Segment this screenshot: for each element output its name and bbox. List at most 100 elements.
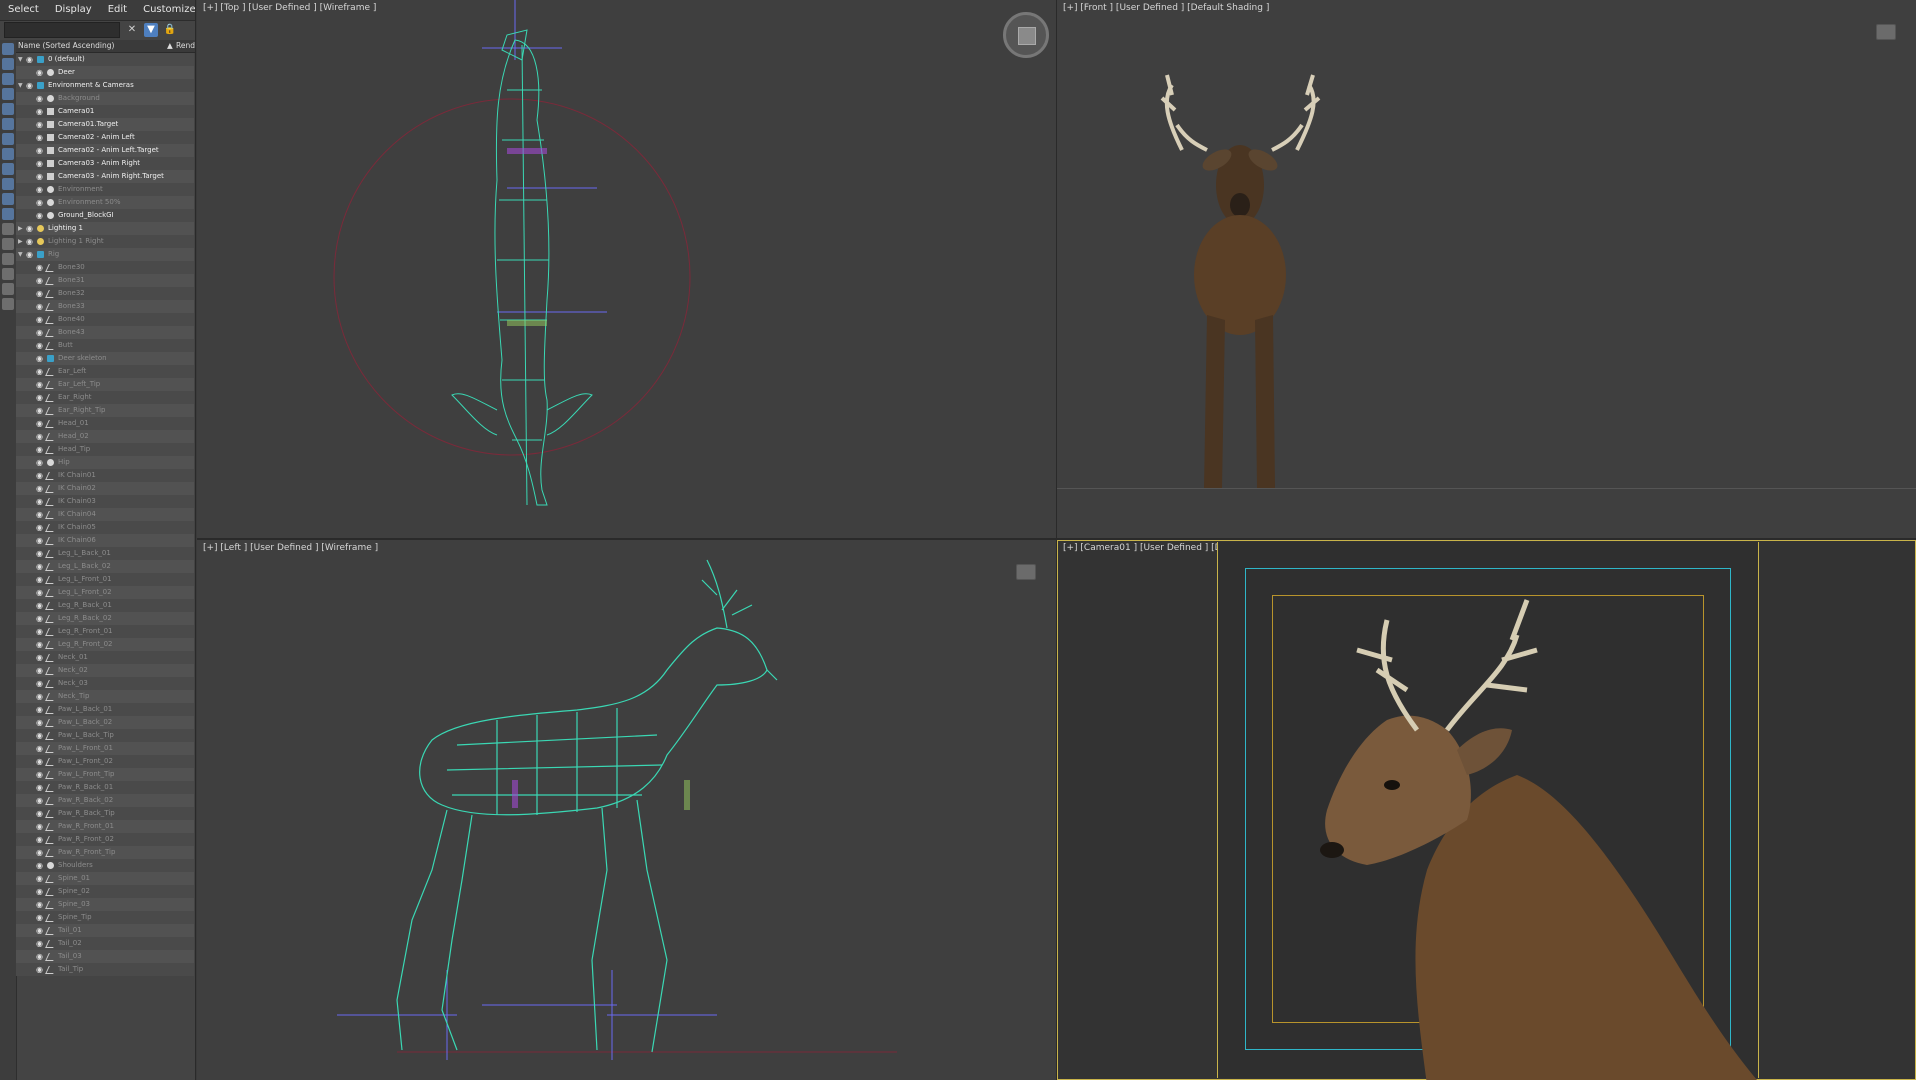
sort-icon[interactable] <box>2 268 14 280</box>
tree-row[interactable]: ◉ Ear_Right <box>16 391 194 404</box>
visibility-icon[interactable]: ◉ <box>36 209 43 222</box>
display-invert-icon[interactable] <box>2 253 14 265</box>
visibility-icon[interactable]: ◉ <box>36 677 43 690</box>
tree-row[interactable]: ◉ Leg_L_Front_02 <box>16 586 194 599</box>
visibility-icon[interactable]: ◉ <box>36 612 43 625</box>
tree-row[interactable]: ◉ Bone32 <box>16 287 194 300</box>
tree-row[interactable]: ◉ Paw_R_Back_02 <box>16 794 194 807</box>
tree-row[interactable]: ◉ Camera01 <box>16 105 194 118</box>
menu-select[interactable]: Select <box>0 0 47 20</box>
tree-row[interactable]: ◉ IK Chain01 <box>16 469 194 482</box>
tree-row[interactable]: ◉ Neck_Tip <box>16 690 194 703</box>
visibility-icon[interactable]: ◉ <box>36 547 43 560</box>
visibility-icon[interactable]: ◉ <box>36 690 43 703</box>
display-geometry-icon[interactable] <box>2 43 14 55</box>
close-icon[interactable]: ✕ <box>125 23 139 37</box>
visibility-icon[interactable]: ◉ <box>36 521 43 534</box>
tree-row[interactable]: ◉ Leg_L_Front_01 <box>16 573 194 586</box>
visibility-icon[interactable]: ◉ <box>36 586 43 599</box>
visibility-icon[interactable]: ◉ <box>36 430 43 443</box>
tree-row[interactable]: ◉ Bone31 <box>16 274 194 287</box>
tree-row[interactable]: ◉ Spine_01 <box>16 872 194 885</box>
visibility-icon[interactable]: ◉ <box>36 911 43 924</box>
visibility-icon[interactable]: ◉ <box>36 170 43 183</box>
visibility-icon[interactable]: ◉ <box>36 378 43 391</box>
visibility-icon[interactable]: ◉ <box>36 365 43 378</box>
visibility-icon[interactable]: ◉ <box>36 144 43 157</box>
tree-row[interactable]: ◉ Bone33 <box>16 300 194 313</box>
visibility-icon[interactable]: ◉ <box>36 625 43 638</box>
tree-row[interactable]: ◉ Camera03 - Anim Right <box>16 157 194 170</box>
tree-row[interactable]: ◉ Head_01 <box>16 417 194 430</box>
visibility-icon[interactable]: ◉ <box>36 196 43 209</box>
tree-row[interactable]: ◉ Environment <box>16 183 194 196</box>
outliner-column-header[interactable]: Name (Sorted Ascending) ▲ Rend <box>16 40 195 53</box>
tree-row[interactable]: ◉ Paw_R_Back_01 <box>16 781 194 794</box>
tree-row[interactable]: ◉ Ground_BlockGI <box>16 209 194 222</box>
tree-row[interactable]: ▶ ◉ Lighting 1 Right <box>16 235 194 248</box>
display-groups-icon[interactable] <box>2 133 14 145</box>
tree-row[interactable]: ◉ Head_Tip <box>16 443 194 456</box>
visibility-icon[interactable]: ◉ <box>36 482 43 495</box>
tree-row[interactable]: ▼ ◉ Environment & Cameras <box>16 79 194 92</box>
viewport-top[interactable]: [+] [Top ] [User Defined ] [Wireframe ] <box>197 0 1056 538</box>
display-shapes-icon[interactable] <box>2 58 14 70</box>
tree-row[interactable]: ▼ ◉ 0 (default) <box>16 53 194 66</box>
tree-row[interactable]: ◉ IK Chain05 <box>16 521 194 534</box>
visibility-icon[interactable]: ◉ <box>36 872 43 885</box>
tree-row[interactable]: ◉ Bone40 <box>16 313 194 326</box>
tree-row[interactable]: ◉ Camera03 - Anim Right.Target <box>16 170 194 183</box>
visibility-icon[interactable]: ◉ <box>36 768 43 781</box>
visibility-icon[interactable]: ◉ <box>36 261 43 274</box>
visibility-icon[interactable]: ◉ <box>36 274 43 287</box>
tree-row[interactable]: ◉ IK Chain04 <box>16 508 194 521</box>
tree-row[interactable]: ◉ Bone43 <box>16 326 194 339</box>
viewport-camera[interactable]: [+] [Camera01 ] [User Defined ] [Default… <box>1057 540 1916 1080</box>
visibility-icon[interactable]: ◉ <box>36 729 43 742</box>
viewport-splitter-vertical[interactable] <box>1056 0 1057 1080</box>
tree-row[interactable]: ◉ Paw_R_Front_Tip <box>16 846 194 859</box>
column-name-header[interactable]: Name (Sorted Ascending) <box>18 40 114 52</box>
display-lights-icon[interactable] <box>2 73 14 85</box>
visibility-icon[interactable]: ◉ <box>36 534 43 547</box>
visibility-icon[interactable]: ◉ <box>36 352 43 365</box>
tree-row[interactable]: ◉ Leg_R_Back_01 <box>16 599 194 612</box>
expander-icon[interactable]: ▶ <box>18 235 23 248</box>
visibility-icon[interactable]: ◉ <box>36 846 43 859</box>
visibility-icon[interactable]: ◉ <box>36 716 43 729</box>
visibility-icon[interactable]: ◉ <box>36 573 43 586</box>
tree-row[interactable]: ▶ ◉ Lighting 1 <box>16 222 194 235</box>
visibility-icon[interactable]: ◉ <box>36 157 43 170</box>
tree-row[interactable]: ◉ Ear_Right_Tip <box>16 404 194 417</box>
viewport-front[interactable]: [+] [Front ] [User Defined ] [Default Sh… <box>1057 0 1916 538</box>
visibility-icon[interactable]: ◉ <box>36 807 43 820</box>
tree-row[interactable]: ◉ Camera01.Target <box>16 118 194 131</box>
viewport-left[interactable]: [+] [Left ] [User Defined ] [Wireframe ] <box>197 540 1056 1080</box>
tree-row[interactable]: ◉ Leg_L_Back_01 <box>16 547 194 560</box>
visibility-icon[interactable]: ◉ <box>26 53 33 66</box>
tree-row[interactable]: ◉ Paw_R_Back_Tip <box>16 807 194 820</box>
tree-row[interactable]: ◉ Hip <box>16 456 194 469</box>
visibility-icon[interactable]: ◉ <box>36 326 43 339</box>
search-input[interactable] <box>4 22 120 38</box>
tree-row[interactable]: ◉ Paw_R_Front_01 <box>16 820 194 833</box>
tree-row[interactable]: ◉ Tail_01 <box>16 924 194 937</box>
visibility-icon[interactable]: ◉ <box>36 417 43 430</box>
column-render-header[interactable]: Rend <box>176 40 195 52</box>
tree-row[interactable]: ◉ Background <box>16 92 194 105</box>
visibility-icon[interactable]: ◉ <box>36 638 43 651</box>
visibility-icon[interactable]: ◉ <box>36 859 43 872</box>
visibility-icon[interactable]: ◉ <box>36 92 43 105</box>
visibility-icon[interactable]: ◉ <box>36 495 43 508</box>
visibility-icon[interactable]: ◉ <box>36 339 43 352</box>
visibility-icon[interactable]: ◉ <box>36 300 43 313</box>
tree-row[interactable]: ◉ Spine_02 <box>16 885 194 898</box>
visibility-icon[interactable]: ◉ <box>36 950 43 963</box>
display-all-icon[interactable] <box>2 223 14 235</box>
menu-edit[interactable]: Edit <box>100 0 135 20</box>
tree-row[interactable]: ◉ Paw_R_Front_02 <box>16 833 194 846</box>
tree-row[interactable]: ◉ Bone30 <box>16 261 194 274</box>
display-hidden-icon[interactable] <box>2 208 14 220</box>
visibility-icon[interactable]: ◉ <box>36 742 43 755</box>
expander-icon[interactable]: ▼ <box>18 53 23 66</box>
